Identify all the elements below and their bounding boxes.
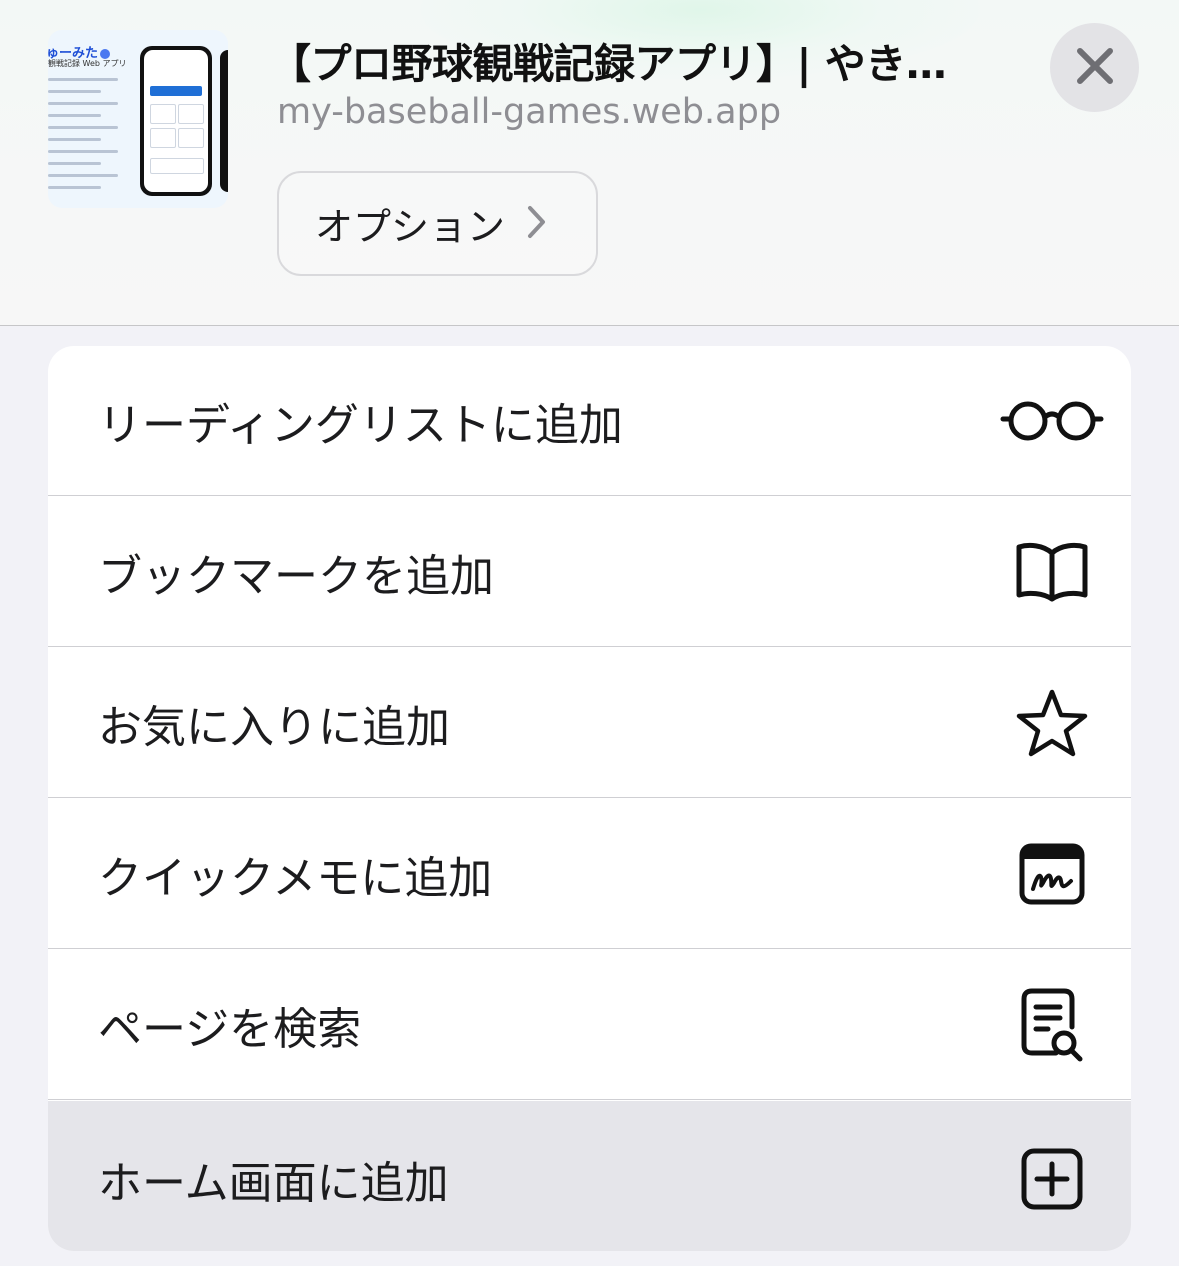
actions-menu: リーディングリストに追加 ブックマークを追加 お気に入りに追加 クイックメモに追… [48, 346, 1131, 1251]
menu-item-label: リーディングリストに追加 [98, 400, 623, 451]
book-icon [1000, 536, 1104, 608]
menu-item-find-on-page[interactable]: ページを検索 [48, 950, 1131, 1100]
page-thumbnail: ゅーみた 観戦記録 Web アプリ [48, 30, 228, 208]
menu-item-add-to-reading-list[interactable]: リーディングリストに追加 [48, 346, 1131, 496]
page-url: my-baseball-games.web.app [277, 92, 782, 132]
options-button[interactable]: オプション [277, 171, 598, 276]
thumbnail-subtitle: 観戦記録 Web アプリ [48, 59, 127, 68]
options-label: オプション [315, 205, 506, 249]
thumbnail-text-lines [48, 78, 136, 198]
menu-item-label: ブックマークを追加 [98, 551, 494, 602]
quick-note-icon [1000, 838, 1104, 910]
verified-badge-icon [100, 48, 111, 59]
chevron-right-icon [527, 205, 547, 243]
close-button[interactable] [1050, 23, 1139, 112]
menu-item-add-to-home-screen[interactable]: ホーム画面に追加 [48, 1101, 1131, 1251]
phone-mockup-edge [220, 50, 228, 192]
add-square-icon [1000, 1143, 1104, 1215]
menu-item-label: クイックメモに追加 [98, 853, 493, 904]
find-in-page-icon [1000, 988, 1104, 1062]
page-title: 【プロ野球観戦記録アプリ】| やき… [270, 40, 947, 88]
menu-item-add-bookmark[interactable]: ブックマークを追加 [48, 497, 1131, 647]
share-sheet-header: ゅーみた 観戦記録 Web アプリ 【プロ野球観戦記録アプリ】| やき… my-… [0, 0, 1179, 326]
menu-item-label: ホーム画面に追加 [98, 1157, 449, 1209]
close-icon [1076, 47, 1114, 89]
phone-mockup [140, 46, 212, 196]
menu-item-add-to-quick-note[interactable]: クイックメモに追加 [48, 799, 1131, 949]
menu-item-add-to-favorites[interactable]: お気に入りに追加 [48, 648, 1131, 798]
menu-item-label: お気に入りに追加 [98, 702, 450, 753]
star-icon [1000, 687, 1104, 759]
glasses-icon [1000, 385, 1104, 457]
menu-item-label: ページを検索 [98, 1004, 362, 1055]
